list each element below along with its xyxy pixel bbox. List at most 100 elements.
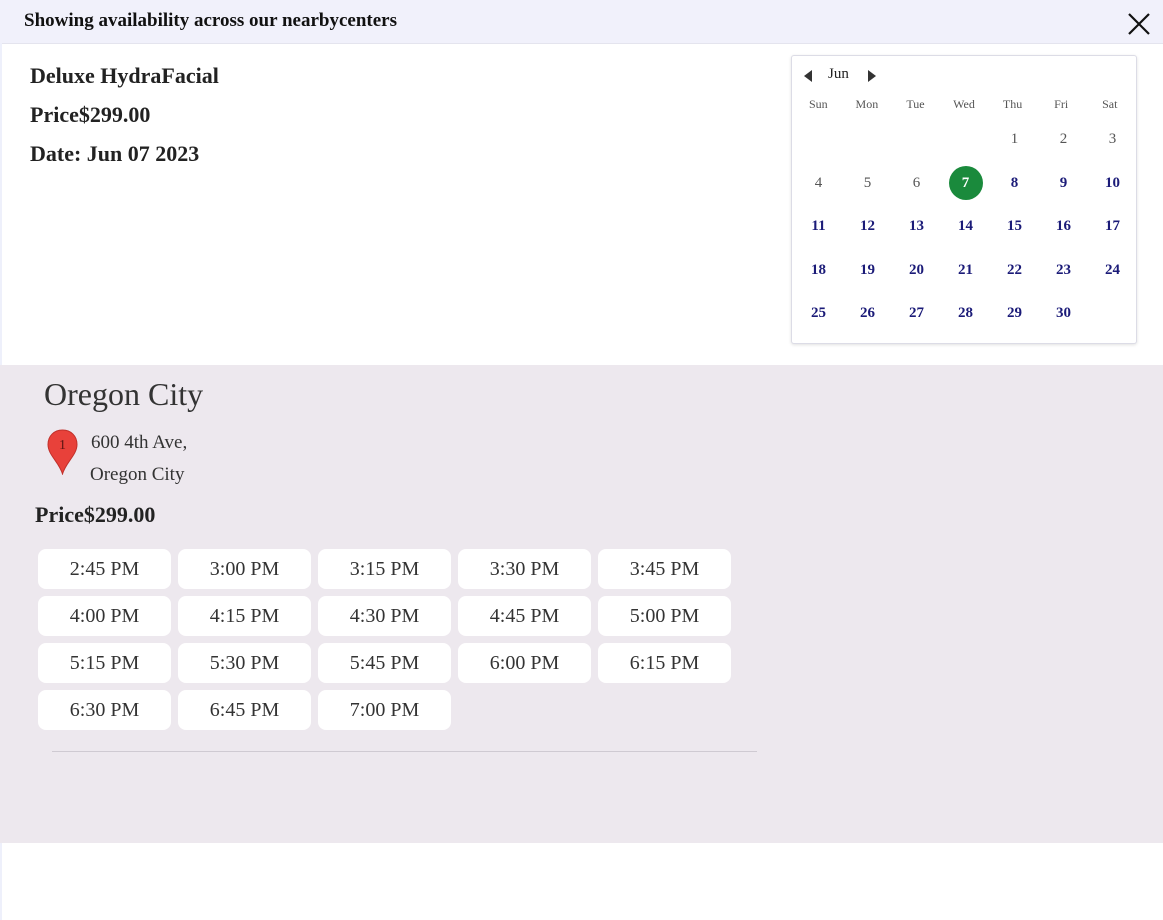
calendar-day-label: 30 [1056, 305, 1071, 322]
calendar-day-label: 16 [1056, 218, 1071, 235]
calendar-day[interactable]: 25 [794, 292, 843, 336]
calendar-day: 3 [1088, 118, 1137, 162]
weekday-header: Sun Mon Tue Wed Thu Fri Sat [792, 97, 1136, 112]
close-icon[interactable] [1124, 9, 1154, 39]
calendar-day-label: 25 [811, 305, 826, 322]
time-slot-button[interactable]: 5:15 PM [38, 643, 171, 683]
service-date: Date: Jun 07 2023 [30, 141, 200, 166]
calendar-day-label: 20 [909, 261, 924, 278]
calendar-day-label: 12 [860, 218, 875, 235]
date-picker: Jun Sun Mon Tue Wed Thu Fri Sat 1 2 3 4 5 6 7 8 9 10 11 1… [791, 55, 1137, 344]
calendar-day[interactable]: 18 [794, 249, 843, 293]
calendar-day-label: 21 [958, 261, 973, 278]
time-slot-button[interactable]: 3:15 PM [318, 549, 451, 589]
divider [52, 751, 757, 752]
weekday-label: Sat [1102, 97, 1118, 111]
service-summary: Deluxe HydraFacial Price$299.00 Date: Ju… [30, 63, 219, 180]
calendar-day-label: 22 [1007, 261, 1022, 278]
calendar-day[interactable]: 29 [990, 292, 1039, 336]
calendar-day[interactable]: 15 [990, 205, 1039, 249]
calendar-day-label: 1 [1010, 131, 1019, 148]
calendar-day[interactable]: 22 [990, 249, 1039, 293]
time-slot-button[interactable]: 6:15 PM [598, 643, 731, 683]
address-line-1: 600 4th Ave, [91, 432, 188, 453]
location-card: Oregon City 1 600 4th Ave, Oregon City P… [0, 365, 1163, 843]
weekday-label: Mon [855, 97, 879, 111]
modal-title: Showing availability across our nearbyce… [24, 10, 397, 31]
calendar-day-label: 23 [1056, 261, 1071, 278]
calendar-day-label: 15 [1007, 218, 1022, 235]
calendar-day-label: 13 [909, 218, 924, 235]
calendar-day: 2 [1039, 118, 1088, 162]
time-slot-button[interactable]: 3:30 PM [458, 549, 591, 589]
calendar-day-label: 7 [948, 166, 983, 201]
weekday-label: Thu [1002, 97, 1023, 111]
calendar-day[interactable]: 28 [941, 292, 990, 336]
time-slot-button[interactable]: 3:45 PM [598, 549, 731, 589]
calendar-day-label: 18 [811, 261, 826, 278]
service-name: Deluxe HydraFacial [30, 63, 219, 88]
calendar-day[interactable]: 24 [1088, 249, 1137, 293]
calendar-day[interactable]: 17 [1088, 205, 1137, 249]
location-name: Oregon City [44, 376, 204, 412]
time-slot-button[interactable]: 5:30 PM [178, 643, 311, 683]
time-slot-button[interactable]: 6:30 PM [38, 690, 171, 730]
time-slot-button[interactable]: 7:00 PM [318, 690, 451, 730]
calendar-day: 6 [892, 162, 941, 206]
calendar-day[interactable]: 30 [1039, 292, 1088, 336]
time-slot-button[interactable]: 5:00 PM [598, 596, 731, 636]
time-slot-button[interactable]: 6:45 PM [178, 690, 311, 730]
calendar-day[interactable]: 11 [794, 205, 843, 249]
time-slot-button[interactable]: 4:30 PM [318, 596, 451, 636]
calendar-day[interactable]: 10 [1088, 162, 1137, 206]
time-slot-button[interactable]: 4:45 PM [458, 596, 591, 636]
address-line-2: Oregon City [90, 464, 185, 485]
next-month-icon[interactable] [868, 70, 876, 82]
calendar-day-selected[interactable]: 7 [941, 162, 990, 206]
calendar-day[interactable]: 21 [941, 249, 990, 293]
calendar-day[interactable]: 20 [892, 249, 941, 293]
time-slot-grid: 2:45 PM 3:00 PM 3:15 PM 3:30 PM 3:45 PM 4:00 … [38, 549, 738, 730]
calendar-day-label: 5 [863, 174, 872, 191]
map-pin-icon: 1 [47, 429, 78, 480]
calendar-day[interactable]: 9 [1039, 162, 1088, 206]
calendar-day-label: 19 [860, 261, 875, 278]
calendar-day[interactable]: 26 [843, 292, 892, 336]
modal-header: Showing availability across our nearbyce… [0, 0, 1163, 44]
calendar-day-label: 10 [1105, 174, 1120, 191]
calendar-day[interactable]: 14 [941, 205, 990, 249]
calendar-day: 5 [843, 162, 892, 206]
calendar-grid: 1 2 3 4 5 6 7 8 9 10 11 12 13 14 15 16 17 18 19 20 21 22 23 24 2… [794, 118, 1137, 336]
time-slot-button[interactable]: 3:00 PM [178, 549, 311, 589]
calendar-day[interactable]: 27 [892, 292, 941, 336]
time-slot-button[interactable]: 6:00 PM [458, 643, 591, 683]
calendar-day: 1 [990, 118, 1039, 162]
calendar-day-label: 17 [1105, 218, 1120, 235]
weekday-label: Fri [1054, 97, 1069, 111]
calendar-day[interactable]: 19 [843, 249, 892, 293]
calendar-day[interactable]: 13 [892, 205, 941, 249]
calendar-day-label: 6 [912, 174, 921, 191]
time-slot-button[interactable]: 4:00 PM [38, 596, 171, 636]
calendar-day[interactable]: 8 [990, 162, 1039, 206]
calendar-day[interactable]: 16 [1039, 205, 1088, 249]
calendar-day[interactable]: 12 [843, 205, 892, 249]
prev-month-icon[interactable] [804, 70, 812, 82]
calendar-day-label: 24 [1105, 261, 1120, 278]
time-slot-button[interactable]: 2:45 PM [38, 549, 171, 589]
calendar-day-label: 11 [811, 218, 826, 235]
service-price: Price$299.00 [30, 102, 151, 127]
calendar-day-label: 4 [814, 174, 823, 191]
calendar-day-label: 9 [1059, 174, 1068, 191]
calendar-day[interactable]: 23 [1039, 249, 1088, 293]
calendar-day-label: 3 [1108, 131, 1117, 148]
calendar-empty-cell [892, 118, 941, 162]
time-slot-button[interactable]: 4:15 PM [178, 596, 311, 636]
weekday-label: Wed [953, 97, 975, 111]
time-slot-button[interactable]: 5:45 PM [318, 643, 451, 683]
calendar-day-label: 8 [1010, 174, 1019, 191]
calendar-day-label: 2 [1059, 131, 1068, 148]
calendar-empty-cell [941, 118, 990, 162]
calendar-day-label: 26 [860, 305, 875, 322]
weekday-label: Tue [906, 97, 925, 111]
